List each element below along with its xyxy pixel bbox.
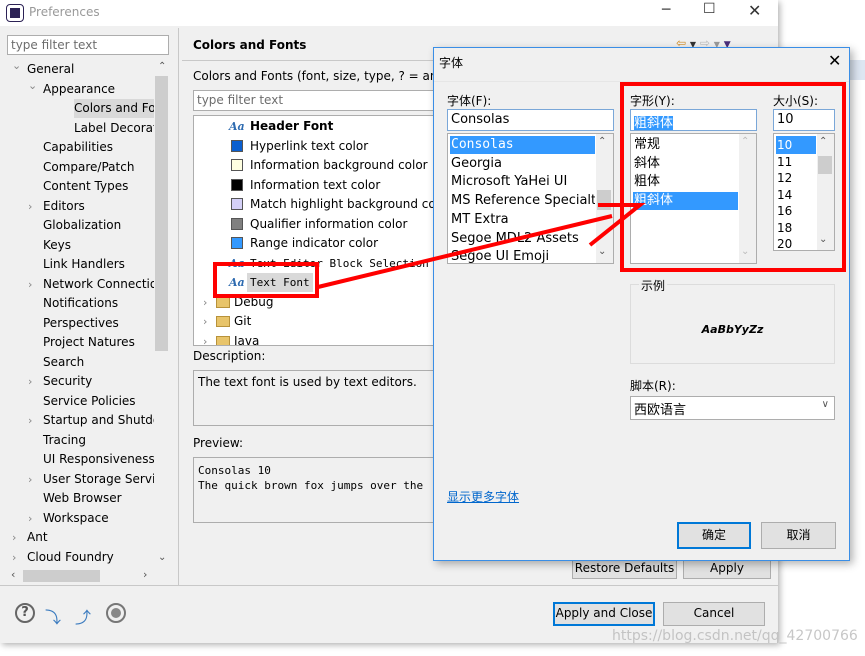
annotation-rect-style-size bbox=[620, 82, 846, 272]
annotation-overlay bbox=[213, 82, 846, 298]
annotation-rect-text-font bbox=[213, 262, 319, 298]
annotation-arrow-line bbox=[317, 214, 613, 289]
annotation-arrow-line bbox=[588, 203, 646, 247]
